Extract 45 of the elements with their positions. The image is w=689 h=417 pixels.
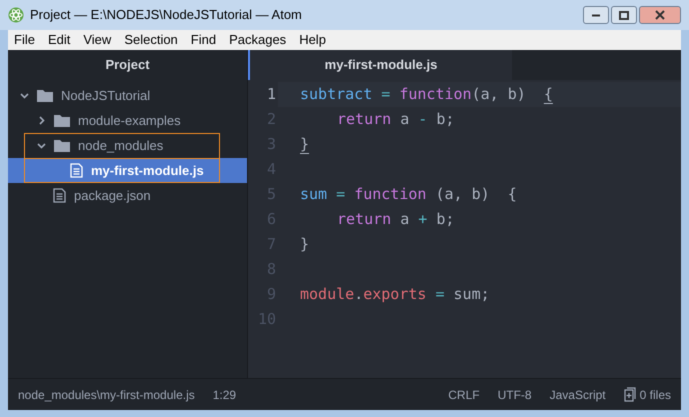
file-path[interactable]: node_modules\my-first-module.js <box>18 386 195 404</box>
folder-icon <box>37 89 53 102</box>
close-button[interactable] <box>639 6 681 24</box>
menu-item[interactable]: Help <box>299 30 326 50</box>
folder-icon <box>54 139 70 152</box>
file-icon <box>70 163 83 178</box>
menu-item[interactable]: View <box>83 30 112 50</box>
menu-item[interactable]: Find <box>190 30 216 50</box>
code-line: sum = function (a, b) { <box>300 184 517 206</box>
file-icon <box>53 188 66 203</box>
tree-item[interactable]: NodeJSTutorial <box>8 83 247 108</box>
cursor-position[interactable]: 1:29 <box>212 386 236 404</box>
git-files-count[interactable]: 0 files <box>640 386 671 404</box>
code-line: } <box>300 234 310 256</box>
chevron-down-icon[interactable] <box>20 91 29 100</box>
minimize-button[interactable] <box>583 6 609 24</box>
code-line: } <box>300 134 310 156</box>
maximize-button[interactable] <box>611 6 637 24</box>
chevron-right-icon[interactable] <box>37 116 46 125</box>
code-line: return a + b; <box>337 209 454 230</box>
tree-item[interactable]: my-first-module.js <box>8 158 247 183</box>
file-diff-icon <box>624 387 636 402</box>
maximize-icon <box>619 10 629 20</box>
minimize-icon <box>592 14 600 16</box>
menu-item[interactable]: Edit <box>48 30 70 50</box>
code-line: module.exports = sum; <box>300 284 490 306</box>
panel-tab[interactable]: Project <box>8 50 247 80</box>
tree-item[interactable]: package.json <box>8 183 247 208</box>
line-ending[interactable]: CRLF <box>448 386 480 404</box>
encoding[interactable]: UTF-8 <box>498 386 532 404</box>
menu-item[interactable]: File <box>14 30 35 50</box>
atom-logo-icon <box>8 7 24 23</box>
chevron-down-icon[interactable] <box>37 141 46 150</box>
close-icon <box>655 10 665 20</box>
tree-item[interactable]: node_modules <box>8 133 247 158</box>
menu-item[interactable]: Selection <box>124 30 178 50</box>
tree-item[interactable]: module-examples <box>8 108 247 133</box>
menu-item[interactable]: Packages <box>229 30 286 50</box>
line-number: 1 <box>248 82 278 107</box>
editor-tab[interactable]: my-first-module.js <box>248 50 512 80</box>
window-title: Project — E:\NODEJS\NodeJSTutorial — Atom <box>30 6 302 24</box>
code-line: subtract = function(a, b) { <box>300 84 553 106</box>
code-line: return a - b; <box>337 109 454 130</box>
folder-icon <box>54 114 70 127</box>
grammar[interactable]: JavaScript <box>550 386 606 404</box>
